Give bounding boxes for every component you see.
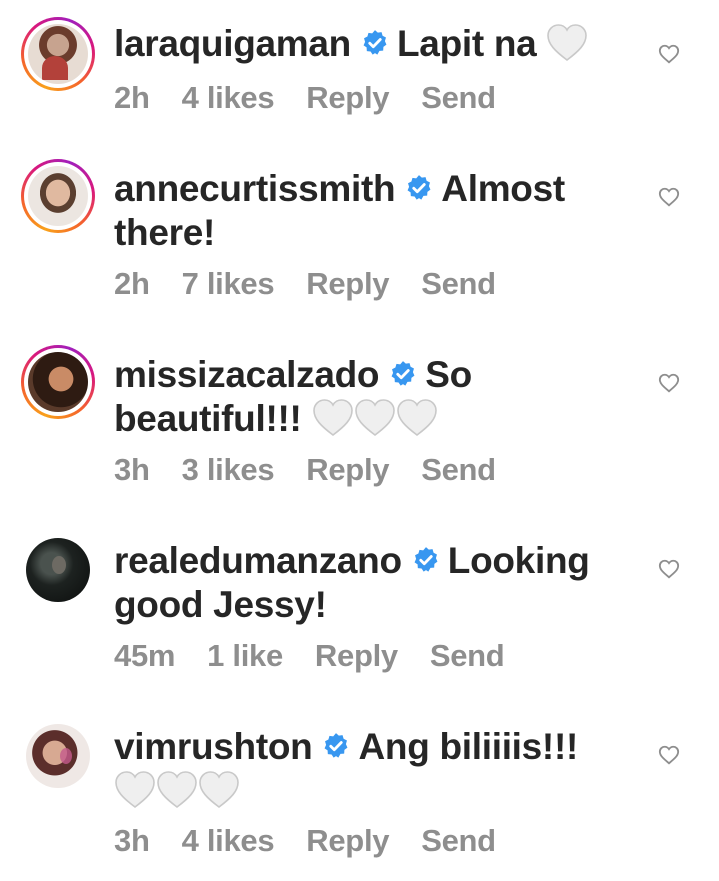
white-heart-emoji-icon <box>547 24 588 62</box>
reply-button[interactable]: Reply <box>306 266 389 301</box>
likes-count[interactable]: 4 likes <box>182 80 275 115</box>
send-button[interactable]: Send <box>430 638 505 673</box>
username[interactable]: realedumanzano <box>114 540 402 581</box>
timestamp: 2h <box>114 266 150 301</box>
white-heart-emoji-icon <box>312 399 353 437</box>
comment-text: Ang biliiiis!!! <box>358 726 578 767</box>
send-button[interactable]: Send <box>421 452 496 487</box>
reply-button[interactable]: Reply <box>306 452 389 487</box>
white-heart-emoji-icon <box>396 399 437 437</box>
comment-meta: 2h 4 likes Reply Send <box>114 80 528 116</box>
white-heart-emoji-icon <box>354 399 395 437</box>
heart-outline-icon[interactable] <box>658 558 680 580</box>
heart-outline-icon[interactable] <box>658 744 680 766</box>
username[interactable]: vimrushton <box>114 726 313 767</box>
comment-body: missizacalzado So beautiful!!! <box>114 353 614 441</box>
comment-body: vimrushton Ang biliiiis!!! <box>114 725 614 813</box>
reply-button[interactable]: Reply <box>306 80 389 115</box>
avatar[interactable] <box>26 724 90 788</box>
likes-count[interactable]: 1 like <box>207 638 283 673</box>
comment-body: realedumanzano Looking good Jessy! <box>114 539 614 627</box>
verified-badge-icon <box>363 30 387 55</box>
heart-outline-icon[interactable] <box>658 186 680 208</box>
timestamp: 2h <box>114 80 150 115</box>
reply-button[interactable]: Reply <box>315 638 398 673</box>
avatar[interactable] <box>21 17 95 91</box>
comment-body: annecurtissmith Almost there! <box>114 167 614 255</box>
timestamp: 3h <box>114 452 150 487</box>
username[interactable]: missizacalzado <box>114 354 380 395</box>
comment-body: laraquigaman Lapit na <box>114 22 614 66</box>
white-heart-emoji-icon <box>199 771 239 809</box>
verified-badge-icon <box>391 361 415 386</box>
send-button[interactable]: Send <box>421 823 496 858</box>
likes-count[interactable]: 7 likes <box>182 266 275 301</box>
comment-text: Lapit na <box>396 23 537 64</box>
username[interactable]: laraquigaman <box>114 23 351 64</box>
avatar[interactable] <box>26 538 90 602</box>
send-button[interactable]: Send <box>421 266 496 301</box>
comment-meta: 45m 1 like Reply Send <box>114 638 536 674</box>
username[interactable]: annecurtissmith <box>114 168 396 209</box>
heart-outline-icon[interactable] <box>658 372 680 394</box>
avatar[interactable] <box>21 159 95 233</box>
white-heart-emoji-icon <box>115 771 155 809</box>
likes-count[interactable]: 3 likes <box>182 452 275 487</box>
avatar[interactable] <box>21 345 95 419</box>
white-heart-emoji-icon <box>157 771 197 809</box>
send-button[interactable]: Send <box>421 80 496 115</box>
heart-outline-icon[interactable] <box>658 43 680 65</box>
verified-badge-icon <box>325 733 348 758</box>
likes-count[interactable]: 4 likes <box>182 823 275 858</box>
timestamp: 45m <box>114 638 176 673</box>
comment-meta: 2h 7 likes Reply Send <box>114 266 528 302</box>
verified-badge-icon <box>414 547 438 572</box>
verified-badge-icon <box>407 175 431 200</box>
comment-meta: 3h 3 likes Reply Send <box>114 452 528 488</box>
comment-meta: 3h 4 likes Reply Send <box>114 823 528 859</box>
reply-button[interactable]: Reply <box>306 823 389 858</box>
timestamp: 3h <box>114 823 150 858</box>
